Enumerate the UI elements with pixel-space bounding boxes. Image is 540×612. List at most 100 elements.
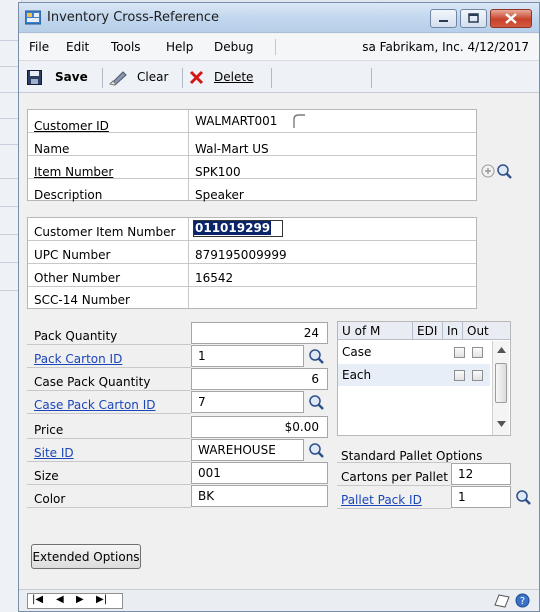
window-title: Inventory Cross-Reference xyxy=(47,10,220,25)
uom-header[interactable]: U of M xyxy=(342,324,380,338)
scroll-thumb[interactable] xyxy=(495,363,507,403)
item-number-field[interactable]: SPK100 xyxy=(195,165,241,179)
browse-icon[interactable] xyxy=(291,113,307,129)
menu-separator xyxy=(275,39,276,55)
pack-quantity-label: Pack Quantity xyxy=(34,329,118,343)
clear-button[interactable]: Clear xyxy=(137,70,168,84)
menu-help[interactable]: Help xyxy=(166,40,193,54)
record-navigation: |◀ ◀ ▶ ▶| xyxy=(27,593,123,609)
out-header[interactable]: Out xyxy=(467,324,489,338)
pack-carton-id-link[interactable]: Pack Carton ID xyxy=(34,352,122,366)
pallet-pack-lookup-icon[interactable] xyxy=(515,489,532,506)
clear-icon[interactable] xyxy=(109,69,129,86)
site-lookup-icon[interactable] xyxy=(308,442,325,459)
menu-edit[interactable]: Edit xyxy=(66,40,89,54)
table-row[interactable]: Case xyxy=(338,341,490,363)
in-header[interactable]: In xyxy=(447,324,458,338)
site-id-link[interactable]: Site ID xyxy=(34,446,74,460)
status-bar: |◀ ◀ ▶ ▶| ? xyxy=(19,589,539,611)
uom-grid: U of M EDI In Out Case Each xyxy=(337,321,511,436)
item-number-label[interactable]: Item Number xyxy=(34,165,113,179)
note-icon[interactable] xyxy=(493,593,511,608)
delete-icon[interactable] xyxy=(189,70,204,85)
title-bar[interactable]: Inventory Cross-Reference xyxy=(19,3,539,33)
price-label: Price xyxy=(34,423,64,437)
description-field[interactable]: Speaker xyxy=(195,188,244,202)
previous-record-button[interactable]: ◀ xyxy=(56,594,64,605)
selected-text: 011019299 xyxy=(194,221,272,235)
menu-debug[interactable]: Debug xyxy=(214,40,253,54)
maximize-button[interactable] xyxy=(460,9,487,28)
table-row[interactable]: Each xyxy=(338,364,490,386)
price-field[interactable]: $0.00 xyxy=(191,416,328,438)
menu-file[interactable]: File xyxy=(29,40,49,54)
maximize-icon xyxy=(468,13,479,23)
size-label: Size xyxy=(34,469,59,483)
save-button[interactable]: Save xyxy=(55,70,88,84)
first-record-button[interactable]: |◀ xyxy=(32,594,43,605)
upc-number-label: UPC Number xyxy=(34,248,111,262)
name-field[interactable]: Wal-Mart US xyxy=(195,142,269,156)
last-record-button[interactable]: ▶| xyxy=(96,594,107,605)
edi-header[interactable]: EDI xyxy=(417,324,437,338)
toolbar-separator xyxy=(371,68,372,88)
pallet-pack-id-field[interactable]: 1 xyxy=(451,486,511,508)
pallet-pack-id-link[interactable]: Pallet Pack ID xyxy=(341,493,422,507)
help-icon[interactable]: ? xyxy=(515,593,530,608)
close-icon xyxy=(505,13,517,24)
toolbar-separator xyxy=(182,68,183,88)
color-label: Color xyxy=(34,492,66,506)
site-id-field[interactable]: WAREHOUSE xyxy=(191,439,304,461)
toolbar: Save Clear Delete xyxy=(19,62,539,93)
customer-id-field[interactable]: WALMART001 xyxy=(189,111,289,132)
delete-button[interactable]: Delete xyxy=(214,70,253,84)
cartons-per-pallet-label: Cartons per Pallet xyxy=(341,470,448,484)
uom-cell: Each xyxy=(342,368,372,382)
svg-text:?: ? xyxy=(520,596,525,607)
name-label: Name xyxy=(34,142,70,156)
close-button[interactable] xyxy=(490,9,532,28)
uom-grid-header: U of M EDI In Out xyxy=(338,322,510,340)
extended-options-button[interactable]: Extended Options xyxy=(31,544,141,569)
customer-item-number-label: Customer Item Number xyxy=(34,225,176,239)
other-number-field[interactable]: 16542 xyxy=(195,271,233,285)
grid-scrollbar[interactable] xyxy=(492,341,509,435)
toolbar-separator xyxy=(102,68,103,88)
in-checkbox[interactable] xyxy=(454,370,465,381)
clear-label: Clear xyxy=(137,70,169,84)
case-pack-carton-id-field[interactable]: 7 xyxy=(191,391,304,413)
description-label: Description xyxy=(34,188,103,202)
customer-item-number-field[interactable]: 011019299 xyxy=(193,220,283,237)
save-icon[interactable] xyxy=(27,70,42,85)
customer-id-label[interactable]: Customer ID xyxy=(34,119,109,133)
scroll-down-icon[interactable] xyxy=(497,421,506,427)
case-pack-quantity-label: Case Pack Quantity xyxy=(34,375,151,389)
case-pack-quantity-field[interactable]: 6 xyxy=(191,368,328,390)
menu-bar: File Edit Tools Help Debug sa Fabrikam, … xyxy=(19,34,539,61)
item-detail-icon[interactable] xyxy=(480,163,496,179)
toolbar-separator xyxy=(271,68,272,88)
out-checkbox[interactable] xyxy=(472,347,483,358)
pallet-options-heading: Standard Pallet Options xyxy=(341,449,483,463)
app-icon xyxy=(25,10,41,25)
in-checkbox[interactable] xyxy=(454,347,465,358)
minimize-icon xyxy=(439,20,448,22)
menu-tools[interactable]: Tools xyxy=(111,40,141,54)
inventory-cross-reference-window: Inventory Cross-Reference File Edit Tool… xyxy=(18,2,540,612)
case-pack-carton-id-link[interactable]: Case Pack Carton ID xyxy=(34,398,156,412)
session-info: sa Fabrikam, Inc. 4/12/2017 xyxy=(362,40,529,54)
minimize-button[interactable] xyxy=(430,9,457,28)
size-field[interactable]: 001 xyxy=(191,462,328,484)
item-lookup-icon[interactable] xyxy=(496,163,513,180)
color-field[interactable]: BK xyxy=(191,485,328,507)
scroll-up-icon[interactable] xyxy=(497,347,506,353)
pack-carton-lookup-icon[interactable] xyxy=(308,348,325,365)
uom-cell: Case xyxy=(342,345,372,359)
out-checkbox[interactable] xyxy=(472,370,483,381)
pack-carton-id-field[interactable]: 1 xyxy=(191,345,304,367)
cartons-per-pallet-field[interactable]: 12 xyxy=(451,463,511,485)
case-pack-carton-lookup-icon[interactable] xyxy=(308,394,325,411)
pack-quantity-field[interactable]: 24 xyxy=(191,322,328,344)
upc-number-field[interactable]: 879195009999 xyxy=(195,248,287,262)
next-record-button[interactable]: ▶ xyxy=(76,594,84,605)
